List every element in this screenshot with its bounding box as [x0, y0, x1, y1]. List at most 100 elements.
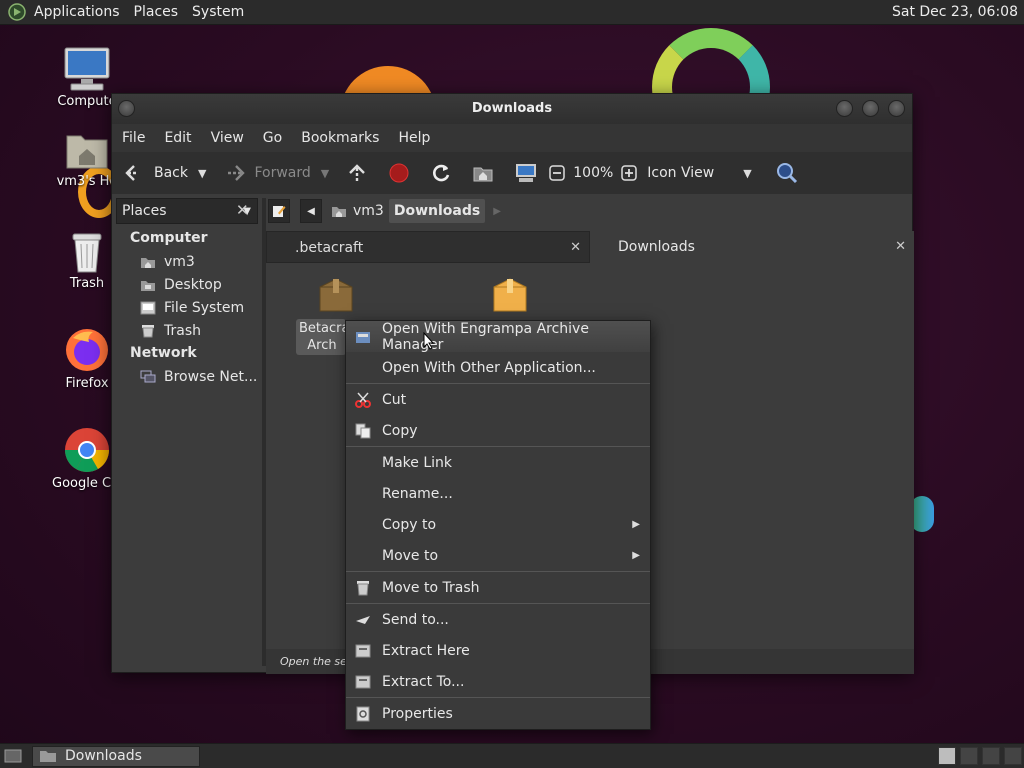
home-icon	[332, 207, 346, 217]
archive-icon	[319, 278, 353, 312]
forward-history-dropdown[interactable]: ▼	[321, 167, 329, 180]
window-menu-button[interactable]	[118, 100, 135, 117]
trash-icon	[142, 324, 154, 337]
top-panel: Applications Places System Sat Dec 23, 0…	[0, 0, 1024, 25]
maximize-button[interactable]	[862, 100, 879, 117]
copy-icon	[355, 423, 371, 439]
desktop-icon	[141, 280, 155, 291]
drive-icon	[140, 301, 156, 314]
stop-button[interactable]	[389, 163, 417, 183]
context-menu: Open With Engrampa Archive Manager Open …	[345, 320, 651, 730]
forward-button[interactable]: Forward	[224, 164, 311, 182]
menu-view[interactable]: View	[211, 130, 244, 146]
sidebar-item-desktop[interactable]: Desktop	[116, 273, 262, 296]
zoom-out-button[interactable]	[549, 165, 573, 181]
send-icon	[356, 616, 370, 624]
menu-cut[interactable]: Cut	[346, 384, 650, 415]
file-item-package[interactable]	[470, 275, 550, 317]
reload-button[interactable]	[431, 163, 459, 183]
extract-icon	[355, 675, 371, 689]
system-menu[interactable]: System	[192, 4, 244, 20]
close-tab-icon[interactable]: ✕	[570, 232, 581, 264]
applications-menu[interactable]: Applications	[34, 4, 120, 20]
computer-icon	[64, 47, 110, 91]
back-arrow-icon	[125, 165, 138, 181]
menu-bookmarks[interactable]: Bookmarks	[301, 130, 379, 146]
home-folder-icon	[66, 135, 108, 169]
close-tab-icon[interactable]: ✕	[895, 231, 906, 263]
view-mode-select[interactable]: Icon View	[647, 165, 743, 181]
trash-icon	[72, 233, 102, 273]
firefox-icon	[66, 329, 108, 371]
home-icon	[141, 257, 155, 268]
taskbar-downloads-window[interactable]: Downloads	[32, 745, 200, 767]
minimize-button[interactable]	[836, 100, 853, 117]
workspace-2[interactable]	[960, 747, 978, 765]
clock[interactable]: Sat Dec 23, 06:08	[892, 4, 1018, 20]
submenu-arrow-icon: ▶	[632, 550, 640, 561]
submenu-arrow-icon: ▶	[632, 519, 640, 530]
zoom-out-icon	[549, 165, 565, 181]
trash-icon	[357, 581, 369, 596]
breadcrumb-vm3[interactable]: vm3	[326, 199, 389, 223]
menu-send-to[interactable]: Send to...	[346, 604, 650, 635]
reload-icon	[433, 164, 450, 182]
menu-copy-to[interactable]: Copy to ▶	[346, 509, 650, 540]
computer-button[interactable]	[515, 163, 545, 183]
computer-icon	[516, 164, 537, 182]
sidebar-section-network: Network	[130, 345, 197, 361]
sidebar-item-vm3[interactable]: vm3	[116, 250, 262, 273]
zoom-in-button[interactable]	[621, 165, 645, 181]
places-menu[interactable]: Places	[134, 4, 179, 20]
file-label: Betacra Arch	[296, 319, 346, 355]
sidebar-item-file-system[interactable]: File System	[116, 296, 262, 319]
menu-help[interactable]: Help	[398, 130, 430, 146]
home-icon	[473, 167, 493, 182]
show-desktop-icon[interactable]	[4, 748, 22, 764]
workspace-4[interactable]	[1004, 747, 1022, 765]
menu-move-to[interactable]: Move to ▶	[346, 540, 650, 571]
tab-betacraft[interactable]: .betacraft ✕	[266, 231, 590, 263]
menu-go[interactable]: Go	[263, 130, 282, 146]
stop-icon	[389, 163, 409, 183]
places-sidebar: Computer vm3 Desktop File System Trash N…	[116, 227, 262, 667]
sidebar-item-browse-network[interactable]: Browse Net...	[116, 365, 262, 388]
view-mode-dropdown-icon[interactable]: ▼	[743, 167, 751, 180]
menu-move-to-trash[interactable]: Move to Trash	[346, 572, 650, 603]
menubar: File Edit View Go Bookmarks Help	[112, 124, 912, 152]
menu-extract-here[interactable]: Extract Here	[346, 635, 650, 666]
back-button[interactable]: Back	[124, 164, 188, 182]
close-button[interactable]	[888, 100, 905, 117]
window-titlebar[interactable]: Downloads	[112, 94, 912, 124]
workspace-1[interactable]	[938, 747, 956, 765]
mate-logo-icon[interactable]	[8, 3, 26, 21]
menu-open-with-other[interactable]: Open With Other Application...	[346, 352, 650, 383]
path-scroll-right-button[interactable]: ▶	[493, 206, 501, 217]
sidebar-close-icon[interactable]: ✕	[236, 201, 249, 219]
menu-make-link[interactable]: Make Link	[346, 447, 650, 478]
workspace-3[interactable]	[982, 747, 1000, 765]
menu-properties[interactable]: Properties	[346, 698, 650, 729]
breadcrumb-downloads[interactable]: Downloads	[388, 199, 486, 223]
up-arrow-icon	[349, 164, 366, 181]
menu-open-with-engrampa[interactable]: Open With Engrampa Archive Manager	[346, 321, 650, 353]
home-button[interactable]	[473, 164, 501, 182]
menu-copy[interactable]: Copy	[346, 415, 650, 446]
menu-edit[interactable]: Edit	[164, 130, 191, 146]
zoom-level[interactable]: 100%	[573, 165, 613, 181]
tab-downloads[interactable]: Downloads ✕	[590, 231, 914, 263]
back-history-dropdown[interactable]: ▼	[198, 167, 206, 180]
menu-file[interactable]: File	[122, 130, 145, 146]
sidebar-item-trash[interactable]: Trash	[116, 319, 262, 342]
search-icon	[776, 163, 797, 184]
chrome-icon	[65, 428, 109, 472]
network-icon	[140, 370, 156, 382]
menu-rename[interactable]: Rename...	[346, 478, 650, 509]
folder-icon	[40, 751, 56, 762]
bottom-taskbar: Downloads	[0, 743, 1024, 768]
edit-location-button[interactable]	[268, 199, 290, 223]
search-button[interactable]	[776, 162, 806, 184]
menu-extract-to[interactable]: Extract To...	[346, 666, 650, 697]
path-scroll-left-button[interactable]: ◀	[300, 199, 322, 223]
up-button[interactable]	[347, 163, 375, 183]
